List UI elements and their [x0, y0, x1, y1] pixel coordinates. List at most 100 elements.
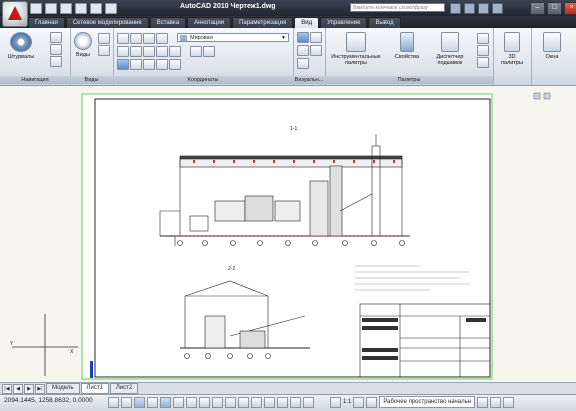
tab-layout1[interactable]: Лист1	[80, 383, 109, 394]
ucs-select[interactable]: Мировая ▼	[177, 33, 289, 42]
polar-tracking-icon[interactable]	[147, 397, 158, 408]
workspace-switch[interactable]: Рабочее пространство начальн	[379, 396, 476, 408]
steeringwheels-button[interactable]: Штурвалы	[6, 32, 36, 60]
maximize-button[interactable]: □	[547, 2, 562, 15]
ucs-world-icon[interactable]	[130, 33, 142, 44]
annotation-scale-value[interactable]: 1:1	[343, 399, 351, 405]
ucs-object-icon[interactable]	[117, 46, 129, 57]
last-layout-icon[interactable]: ▶|	[35, 383, 45, 394]
next-layout-icon[interactable]: ▶	[24, 383, 34, 394]
dynamic-ucs-icon[interactable]	[199, 397, 210, 408]
3d-object-snap-icon[interactable]	[173, 397, 184, 408]
application-menu-button[interactable]	[2, 1, 28, 27]
minimize-button[interactable]: –	[530, 2, 545, 15]
zoom-status-icon[interactable]	[303, 397, 314, 408]
undo-icon[interactable]	[75, 3, 87, 14]
ucs-icon-toggle-icon[interactable]	[203, 46, 215, 57]
view-manager-icon[interactable]	[98, 45, 110, 56]
tab-model[interactable]: Модель	[46, 383, 80, 394]
shade-icon[interactable]	[297, 45, 309, 56]
first-layout-icon[interactable]: |◀	[2, 383, 12, 394]
visual-style-icon[interactable]	[297, 32, 309, 43]
save-icon[interactable]	[60, 3, 72, 14]
ucs-y-icon[interactable]	[130, 59, 142, 70]
ucs-origin-icon[interactable]	[143, 46, 155, 57]
tab-parametric[interactable]: Параметризация	[232, 17, 294, 28]
zoom-icon[interactable]	[50, 56, 62, 67]
ucs-zaxis-icon[interactable]	[156, 46, 168, 57]
annotation-visibility-icon[interactable]	[353, 396, 365, 408]
properties-button[interactable]: Свойства	[389, 32, 425, 60]
lights-icon[interactable]	[297, 58, 309, 69]
orbit-icon[interactable]	[50, 44, 62, 55]
visual-style-dropdown-icon[interactable]	[310, 32, 322, 43]
ucs-z-icon[interactable]	[143, 59, 155, 70]
views-panel-title: Виды	[70, 76, 113, 84]
ucs-x-label: X	[70, 349, 74, 355]
ucs-3point-icon[interactable]	[169, 46, 181, 57]
ucs-origin-marker	[90, 361, 93, 378]
dynamic-input-icon[interactable]	[212, 397, 223, 408]
annotation-scale-icon[interactable]	[330, 396, 341, 408]
snap-mode-icon[interactable]	[108, 397, 119, 408]
workspace-dropdown-icon[interactable]	[477, 396, 489, 408]
communication-center-icon[interactable]	[464, 3, 475, 14]
ucs-x-icon[interactable]	[117, 59, 129, 70]
prev-layout-icon[interactable]: ◀	[13, 383, 23, 394]
pan-icon[interactable]	[50, 32, 62, 43]
ucs-apply-icon[interactable]	[156, 59, 168, 70]
new-icon[interactable]	[30, 3, 42, 14]
ucs-face-icon[interactable]	[156, 33, 168, 44]
redo-icon[interactable]	[90, 3, 102, 14]
pan-status-icon[interactable]	[290, 397, 301, 408]
viewport-minimize-icon	[543, 92, 551, 100]
quick-view-layouts-icon[interactable]	[264, 397, 275, 408]
plot-icon[interactable]	[105, 3, 117, 14]
tab-output[interactable]: Вывод	[368, 17, 401, 28]
quick-view-drawings-icon[interactable]	[277, 397, 288, 408]
tool-palettes-button[interactable]: Инструментальные палитры	[329, 32, 383, 66]
search-input[interactable]: Введите ключевое слово/фразу	[350, 3, 445, 12]
lineweight-icon[interactable]	[225, 397, 236, 408]
views-button[interactable]: Виды	[72, 32, 94, 58]
tab-layout2[interactable]: Лист2	[109, 383, 139, 394]
ucs-previous-icon[interactable]	[143, 33, 155, 44]
ucs-view-icon[interactable]	[130, 46, 142, 57]
auto-scale-icon[interactable]	[366, 396, 378, 408]
paper-model-icon[interactable]	[251, 397, 262, 408]
tab-manage[interactable]: Управление	[320, 17, 368, 28]
calculator-icon[interactable]	[477, 45, 489, 56]
close-button[interactable]: ×	[564, 2, 576, 15]
viewport-restore-icon	[533, 92, 541, 100]
tab-insert[interactable]: Вставка	[149, 17, 187, 28]
tab-network-modeling[interactable]: Сетевое моделирование	[65, 17, 149, 28]
object-snap-tracking-icon[interactable]	[186, 397, 197, 408]
layers-palette-icon[interactable]	[477, 33, 489, 44]
ucs-named-icon[interactable]	[169, 59, 181, 70]
drawing-area[interactable]: 1-1 2-2 Y X	[0, 86, 576, 382]
tab-home[interactable]: Главная	[28, 17, 65, 28]
palettes-3d-button[interactable]: 3D палитры	[497, 32, 527, 66]
sheet-set-manager-button[interactable]: Диспетчер подшивок	[427, 32, 473, 66]
palettes-3d-panel: 3D палитры	[493, 28, 532, 85]
lock-icon[interactable]	[490, 396, 502, 408]
steeringwheels-label: Штурвалы	[7, 54, 35, 60]
view-cube-icon[interactable]	[98, 33, 110, 44]
grid-display-icon[interactable]	[121, 397, 132, 408]
help-icon[interactable]	[492, 3, 503, 14]
binoculars-icon[interactable]	[450, 3, 461, 14]
open-icon[interactable]	[45, 3, 57, 14]
quick-properties-icon[interactable]	[238, 397, 249, 408]
object-snap-icon[interactable]	[160, 397, 171, 408]
ucs-settings-icon[interactable]	[190, 46, 202, 57]
ortho-mode-icon[interactable]	[134, 397, 145, 408]
windows-button[interactable]: Окна	[537, 32, 567, 60]
properties-icon	[400, 32, 414, 52]
edges-icon[interactable]	[310, 45, 322, 56]
markup-icon[interactable]	[477, 57, 489, 68]
tab-view[interactable]: Вид	[294, 17, 320, 28]
favorites-star-icon[interactable]	[478, 3, 489, 14]
clean-screen-icon[interactable]	[503, 396, 515, 408]
ucs-icon[interactable]	[117, 33, 129, 44]
tab-annotate[interactable]: Аннотации	[187, 17, 232, 28]
